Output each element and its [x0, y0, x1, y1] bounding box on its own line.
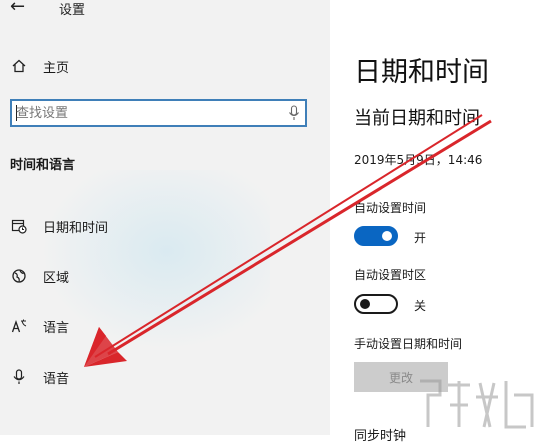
- microphone-icon[interactable]: [288, 105, 300, 125]
- calendar-clock-icon: [10, 217, 28, 235]
- auto-time-state: 开: [414, 231, 427, 245]
- auto-timezone-state: 关: [414, 299, 427, 313]
- sidebar-item-label: 日期和时间: [43, 220, 109, 236]
- home-icon: [10, 57, 28, 75]
- toggle-knob: [360, 299, 370, 309]
- main-content: 日期和时间 当前日期和时间 2019年5月9日，14:46 自动设置时间 开 自…: [330, 0, 543, 444]
- globe-icon: [10, 267, 28, 285]
- app-title: 设置: [59, 3, 86, 18]
- current-datetime: 2019年5月9日，14:46: [354, 153, 483, 167]
- sidebar-item-date-time[interactable]: 日期和时间: [0, 212, 330, 240]
- auto-time-label: 自动设置时间: [354, 201, 427, 215]
- sidebar-item-speech[interactable]: 语音: [0, 363, 330, 391]
- sidebar: ← 设置 主页 时间和语言 日期和时间 区域 语言: [0, 0, 330, 435]
- microphone-icon: [10, 368, 28, 386]
- page-title: 日期和时间: [354, 57, 489, 88]
- auto-time-toggle[interactable]: [354, 226, 398, 246]
- sidebar-item-label: 语言: [43, 320, 70, 336]
- section-heading: 时间和语言: [10, 158, 76, 173]
- language-icon: [10, 317, 28, 335]
- auto-timezone-label: 自动设置时区: [354, 268, 427, 282]
- search-input[interactable]: [16, 103, 276, 123]
- section-title: 当前日期和时间: [354, 108, 480, 129]
- back-arrow-icon[interactable]: ←: [10, 0, 25, 17]
- sidebar-item-region[interactable]: 区域: [0, 262, 330, 290]
- sidebar-item-label: 主页: [43, 60, 70, 76]
- auto-timezone-toggle[interactable]: [354, 294, 398, 314]
- manual-datetime-label: 手动设置日期和时间: [354, 337, 463, 351]
- sidebar-item-label: 区域: [43, 270, 70, 286]
- sidebar-item-language[interactable]: 语言: [0, 312, 330, 340]
- sidebar-item-label: 语音: [43, 371, 70, 387]
- toggle-knob: [382, 231, 392, 241]
- search-box[interactable]: [10, 99, 307, 127]
- sidebar-item-home[interactable]: 主页: [0, 52, 330, 80]
- watermark-logo: [420, 379, 534, 429]
